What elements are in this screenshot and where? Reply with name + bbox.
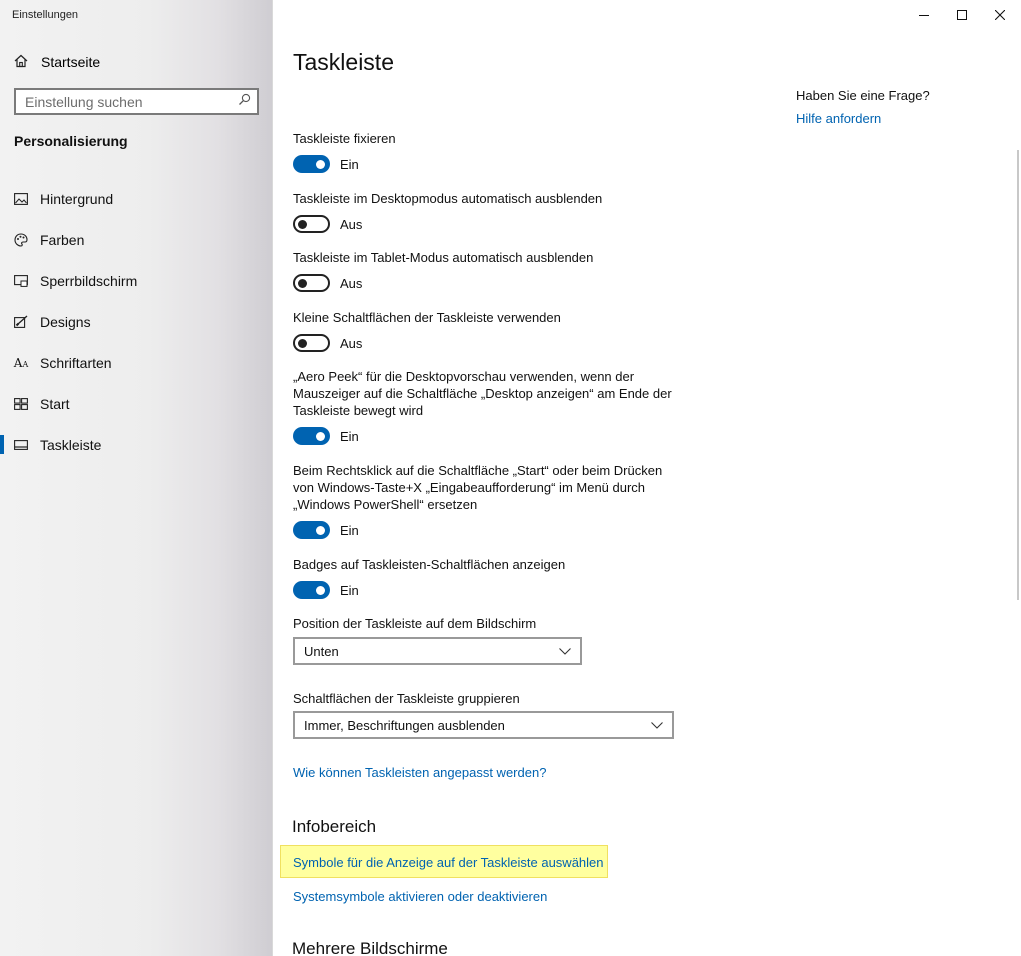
setting-badges: Badges auf Taskleisten-Schaltflächen anz… [293,556,693,599]
sidebar-item-label: Designs [40,313,91,330]
setting-aero-peek: „Aero Peek“ für die Desktopvorschau verw… [293,368,673,445]
setting-label: Taskleiste im Desktopmodus automatisch a… [293,191,603,206]
maximize-icon [957,10,967,20]
sidebar-item-farben[interactable]: Farben [0,219,273,260]
lock-screen-icon [14,274,28,288]
sidebar-item-label: Sperrbildschirm [40,272,138,289]
system-icons-link[interactable]: Systemsymbole aktivieren oder deaktivier… [293,889,547,904]
font-icon: AA [13,355,29,370]
start-icon [14,397,28,411]
search-icon[interactable] [238,93,251,111]
position-dropdown[interactable]: Unten [293,637,582,665]
toggle-state: Ein [340,428,359,444]
select-icons-link[interactable]: Symbole für die Anzeige auf der Taskleis… [293,855,604,870]
home-label: Startseite [41,54,101,70]
sidebar-item-sperrbildschirm[interactable]: Sperrbildschirm [0,260,273,301]
setting-desktop-autohide: Taskleiste im Desktopmodus automatisch a… [293,190,693,233]
sidebar-item-start[interactable]: Start [0,383,273,424]
setting-label: Taskleiste im Tablet-Modus automatisch a… [293,250,594,265]
sidebar: Einstellungen Startseite Personalisierun… [0,0,273,956]
sidebar-item-label: Farben [40,231,85,248]
sidebar-item-designs[interactable]: Designs [0,301,273,342]
position-label: Position der Taskleiste auf dem Bildschi… [293,616,537,631]
search-box[interactable] [14,88,259,115]
grouping-label: Schaltflächen der Taskleiste gruppieren [293,691,520,706]
setting-powershell: Beim Rechtsklick auf die Schaltfläche „S… [293,462,665,539]
grouping-dropdown[interactable]: Immer, Beschriftungen ausblenden [293,711,674,739]
minimize-icon [919,15,929,16]
setting-label: Beim Rechtsklick auf die Schaltfläche „S… [293,463,663,512]
position-label-wrap: Position der Taskleiste auf dem Bildschi… [293,615,693,632]
help-question: Haben Sie eine Frage? [796,88,930,103]
grouping-value: Immer, Beschriftungen ausblenden [304,717,505,733]
position-value: Unten [304,643,339,659]
toggle-state: Aus [340,216,363,232]
taskbar-icon [14,438,28,452]
setting-label: Badges auf Taskleisten-Schaltflächen anz… [293,557,566,572]
toggle-switch[interactable] [293,521,330,539]
setting-small-buttons: Kleine Schaltflächen der Taskleiste verw… [293,309,693,352]
sidebar-item-schriftarten[interactable]: AA Schriftarten [0,342,273,383]
customize-taskbar-link[interactable]: Wie können Taskleisten angepasst werden? [293,765,546,780]
toggle-state: Ein [340,522,359,538]
scrollbar[interactable] [1017,150,1019,600]
setting-label: „Aero Peek“ für die Desktopvorschau verw… [293,369,672,418]
setting-label: Kleine Schaltflächen der Taskleiste verw… [293,310,561,325]
toggle-state: Aus [340,335,363,351]
sidebar-item-label: Start [40,395,70,412]
app-title: Einstellungen [12,9,79,21]
sidebar-item-taskleiste[interactable]: Taskleiste [0,424,273,465]
palette-icon [14,232,28,247]
sidebar-nav: Hintergrund Farben Sperrbildschirm Desig… [0,178,273,465]
multi-monitor-heading: Mehrere Bildschirme [292,939,448,956]
toggle-state: Aus [340,275,363,291]
sidebar-item-label: Hintergrund [40,190,114,207]
minimize-button[interactable] [905,0,943,30]
sidebar-item-hintergrund[interactable]: Hintergrund [0,178,273,219]
picture-icon [14,192,28,206]
help-link[interactable]: Hilfe anfordern [796,111,881,126]
toggle-state: Ein [340,582,359,598]
toggle-switch[interactable] [293,215,330,233]
toggle-switch[interactable] [293,155,330,173]
toggle-switch[interactable] [293,427,330,445]
setting-label: Taskleiste fixieren [293,131,396,146]
toggle-switch[interactable] [293,274,330,292]
brush-icon [14,315,28,329]
setting-taskleiste-fixieren: Taskleiste fixieren Ein [293,130,693,173]
toggle-switch[interactable] [293,334,330,352]
sidebar-item-label: Taskleiste [40,436,102,453]
sidebar-item-label: Schriftarten [40,354,112,371]
home-icon [14,54,28,71]
search-input[interactable] [25,93,225,110]
maximize-button[interactable] [943,0,981,30]
toggle-switch[interactable] [293,581,330,599]
toggle-state: Ein [340,156,359,172]
chevron-down-icon [651,721,663,729]
section-title: Personalisierung [14,133,128,149]
sidebar-home[interactable]: Startseite [14,52,100,72]
setting-tablet-autohide: Taskleiste im Tablet-Modus automatisch a… [293,249,693,292]
page-title: Taskleiste [293,49,394,75]
close-icon [995,10,1005,20]
infobereich-heading: Infobereich [292,817,377,836]
grouping-label-wrap: Schaltflächen der Taskleiste gruppieren [293,690,693,707]
close-button[interactable] [981,0,1019,30]
chevron-down-icon [559,647,571,655]
